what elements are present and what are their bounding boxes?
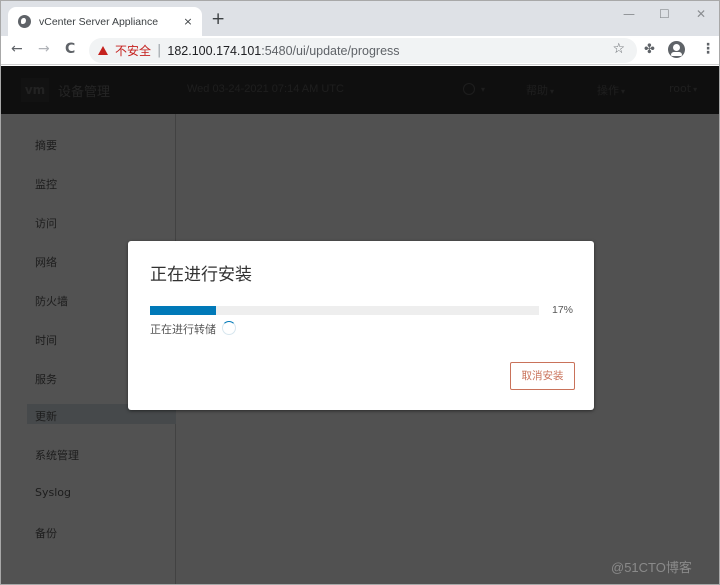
forward-button[interactable]: → <box>38 41 50 57</box>
address-bar[interactable]: 不安全 | 182.100.174.101:5480/ui/update/pro… <box>89 38 637 63</box>
globe-icon <box>18 15 31 28</box>
bookmark-star-icon[interactable]: ☆ <box>612 41 625 57</box>
progress-status: 正在进行转储 <box>150 323 216 336</box>
watermark: @51CTO博客 <box>611 560 692 575</box>
install-progress-dialog: 正在进行安装 17% 正在进行转储 取消安装 <box>128 241 594 410</box>
browser-toolbar: ← → C 不安全 | 182.100.174.101:5480/ui/upda… <box>1 36 719 65</box>
cancel-install-button[interactable]: 取消安装 <box>510 362 575 390</box>
url-path: :5480/ui/update/progress <box>261 43 400 58</box>
minimize-button[interactable]: — <box>623 7 635 21</box>
warning-icon <box>98 46 108 55</box>
extensions-icon[interactable]: ✤ <box>644 42 655 57</box>
tab-close-icon[interactable]: × <box>180 15 196 28</box>
tab-strip: vCenter Server Appliance × + — ☐ ✕ <box>1 1 719 36</box>
profile-avatar-icon[interactable] <box>668 41 685 58</box>
security-label[interactable]: 不安全 <box>115 42 151 59</box>
browser-tab[interactable]: vCenter Server Appliance × <box>8 7 202 36</box>
window-close-button[interactable]: ✕ <box>696 7 706 21</box>
url-host: 182.100.174.101 <box>167 43 262 58</box>
new-tab-button[interactable]: + <box>211 11 225 28</box>
back-button[interactable]: ← <box>11 41 23 57</box>
dialog-title: 正在进行安装 <box>150 265 252 285</box>
separator: | <box>157 43 162 58</box>
progress-bar <box>150 306 539 315</box>
maximize-button[interactable]: ☐ <box>659 7 670 21</box>
progress-bar-fill <box>150 306 217 315</box>
tab-title: vCenter Server Appliance <box>39 15 159 28</box>
browser-menu-icon[interactable]: ⋮ <box>701 41 715 57</box>
spinner-icon <box>222 321 236 335</box>
progress-percent: 17% <box>552 304 574 316</box>
browser-window: vCenter Server Appliance × + — ☐ ✕ ← → C… <box>0 0 720 585</box>
url-text[interactable]: 182.100.174.101:5480/ui/update/progress <box>167 44 399 58</box>
reload-button[interactable]: C <box>65 41 75 57</box>
